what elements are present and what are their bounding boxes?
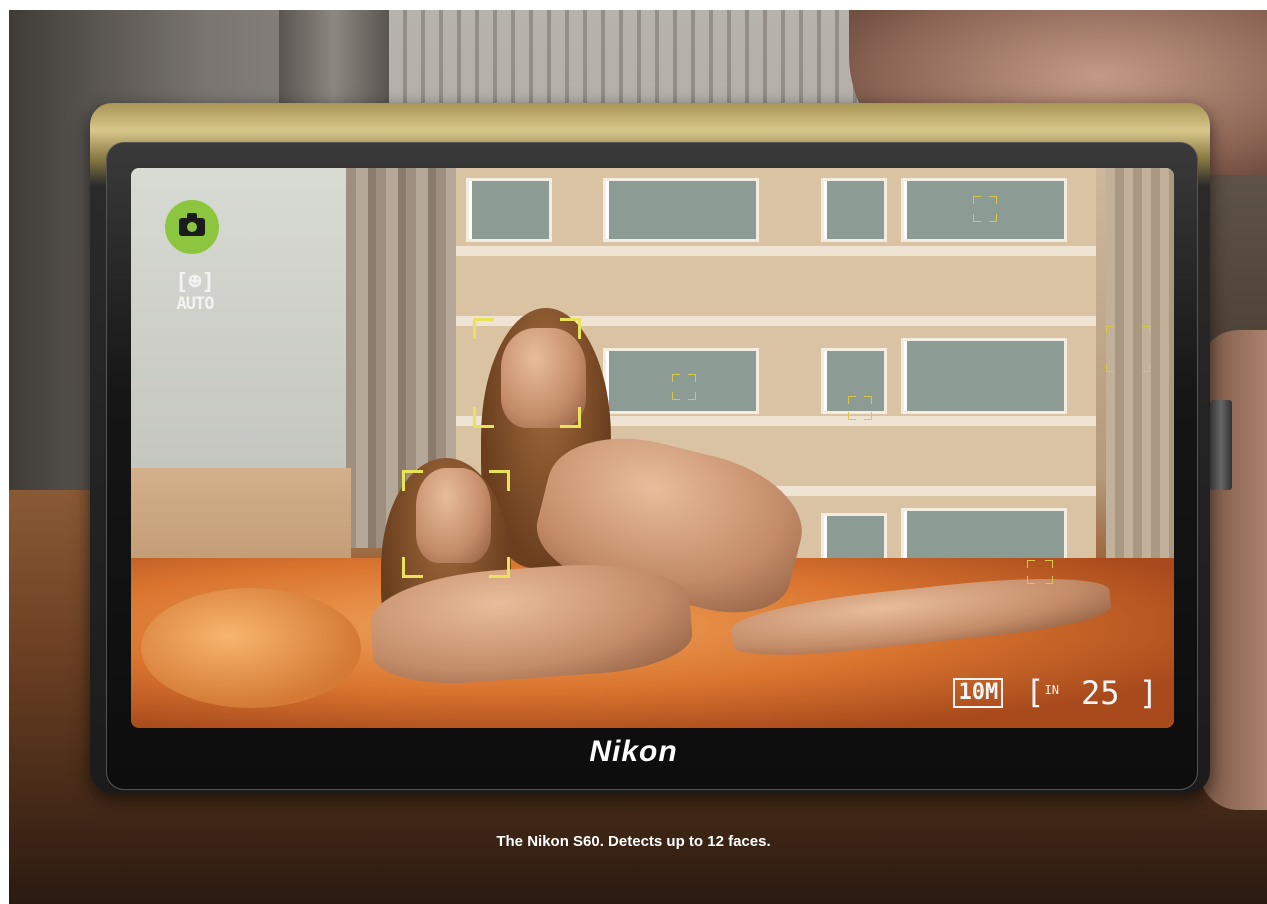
bracket-close: ] xyxy=(1138,673,1158,712)
face-detect-frame xyxy=(973,196,997,222)
building-window xyxy=(821,178,887,242)
building-window xyxy=(603,178,759,242)
face-priority-auto-icon: [☻] AUTO xyxy=(165,270,225,315)
face-detect-frame xyxy=(672,374,696,400)
internal-memory-label: IN xyxy=(1044,683,1059,697)
image-size-badge: 10M xyxy=(953,677,1004,708)
building-floor-line xyxy=(456,246,1096,256)
camera-mode-icon xyxy=(165,200,219,254)
ad-tagline: The Nikon S60. Detects up to 12 faces. xyxy=(496,833,771,850)
scene-pillow xyxy=(141,588,361,708)
nikon-logo: Nikon xyxy=(589,735,678,768)
memory-indicator: [IN xyxy=(1025,676,1059,708)
face-detect-frame xyxy=(848,396,872,420)
face-detect-frame xyxy=(1106,326,1150,372)
face-detect-frame xyxy=(473,318,581,428)
face-icon: [☻] xyxy=(175,270,215,295)
shots-remaining: 25 ] xyxy=(1081,677,1158,709)
scene-wall xyxy=(131,168,351,468)
face-detect-frame xyxy=(1027,560,1053,584)
face-detect-frame xyxy=(402,470,510,578)
camera-icon xyxy=(179,213,205,236)
shots-remaining-count: 25 xyxy=(1080,673,1120,712)
building-window xyxy=(901,338,1067,414)
camera-lcd-screen: [☻] AUTO 10M [IN 25 ] xyxy=(131,168,1174,728)
bracket-open: [ xyxy=(1025,673,1045,711)
status-row: 10M [IN 25 ] xyxy=(953,676,1158,709)
building-window xyxy=(466,178,552,242)
camera-side-button[interactable] xyxy=(1210,400,1232,490)
auto-label: AUTO xyxy=(176,294,215,314)
